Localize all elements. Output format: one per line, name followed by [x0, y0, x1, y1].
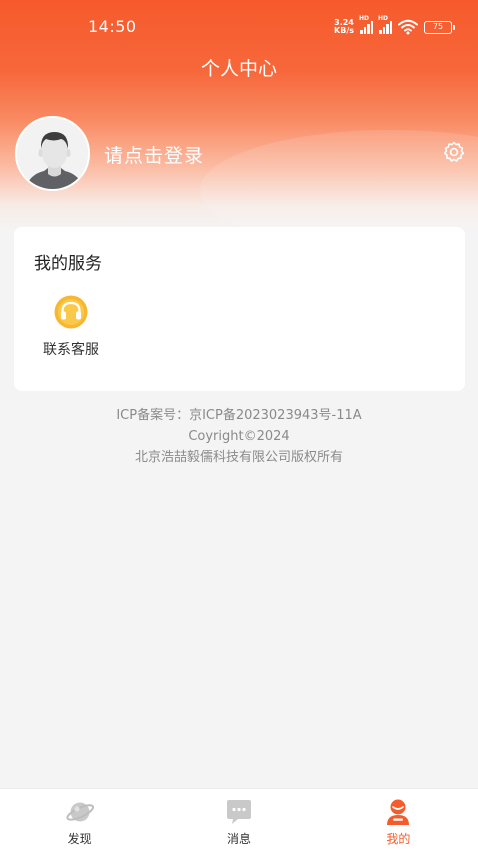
contact-support-button[interactable]: 联系客服: [36, 293, 106, 363]
tab-mine-label: 我的: [386, 832, 411, 846]
tab-messages-label: 消息: [226, 832, 251, 846]
planet-icon: [66, 802, 94, 822]
avatar[interactable]: [15, 116, 90, 191]
header-decoration: [200, 130, 478, 230]
services-title: 我的服务: [34, 254, 102, 274]
tab-messages[interactable]: 消息: [159, 789, 318, 850]
tab-discover[interactable]: 发现: [0, 789, 159, 850]
copyright-text: Coyright©2024: [188, 429, 290, 444]
status-time: 14:50: [88, 17, 137, 36]
chat-bubble-icon: [226, 800, 251, 824]
icp-record: ICP备案号：京ICP备2023023943号-11A: [116, 408, 362, 423]
footer-info: ICP备案号：京ICP备2023023943号-11A Coyright©202…: [0, 405, 478, 468]
signal-hd-tag: HD: [359, 15, 370, 22]
page-title: 个人中心: [200, 58, 277, 80]
network-speed: 3.24 KB/s: [334, 19, 354, 35]
tab-discover-label: 发现: [67, 832, 92, 846]
signal-hd-tag-2: HD: [378, 15, 389, 22]
my-services-card: 我的服务 联系客服: [14, 227, 465, 391]
status-indicators: 3.24 KB/s HD HD 75: [334, 15, 455, 37]
headset-icon: [54, 295, 88, 329]
login-prompt-link[interactable]: 请点击登录: [104, 141, 204, 168]
user-profile-icon: [387, 799, 410, 825]
battery-level: 75: [432, 21, 444, 31]
signal-icon-2: HD: [378, 15, 392, 34]
bottom-tab-bar: 发现 消息 我的: [0, 788, 478, 850]
network-speed-unit: KB/s: [334, 26, 354, 35]
company-name: 北京浩喆毅儒科技有限公司版权所有: [134, 450, 343, 465]
tab-mine[interactable]: 我的: [319, 789, 478, 850]
signal-icon: HD: [359, 15, 373, 34]
battery-icon: 75: [424, 20, 455, 34]
status-bar: 14:50 3.24 KB/s HD HD 75: [0, 0, 478, 54]
wifi-icon: [398, 19, 418, 35]
gear-icon[interactable]: [442, 140, 466, 164]
contact-support-label: 联系客服: [43, 342, 99, 358]
